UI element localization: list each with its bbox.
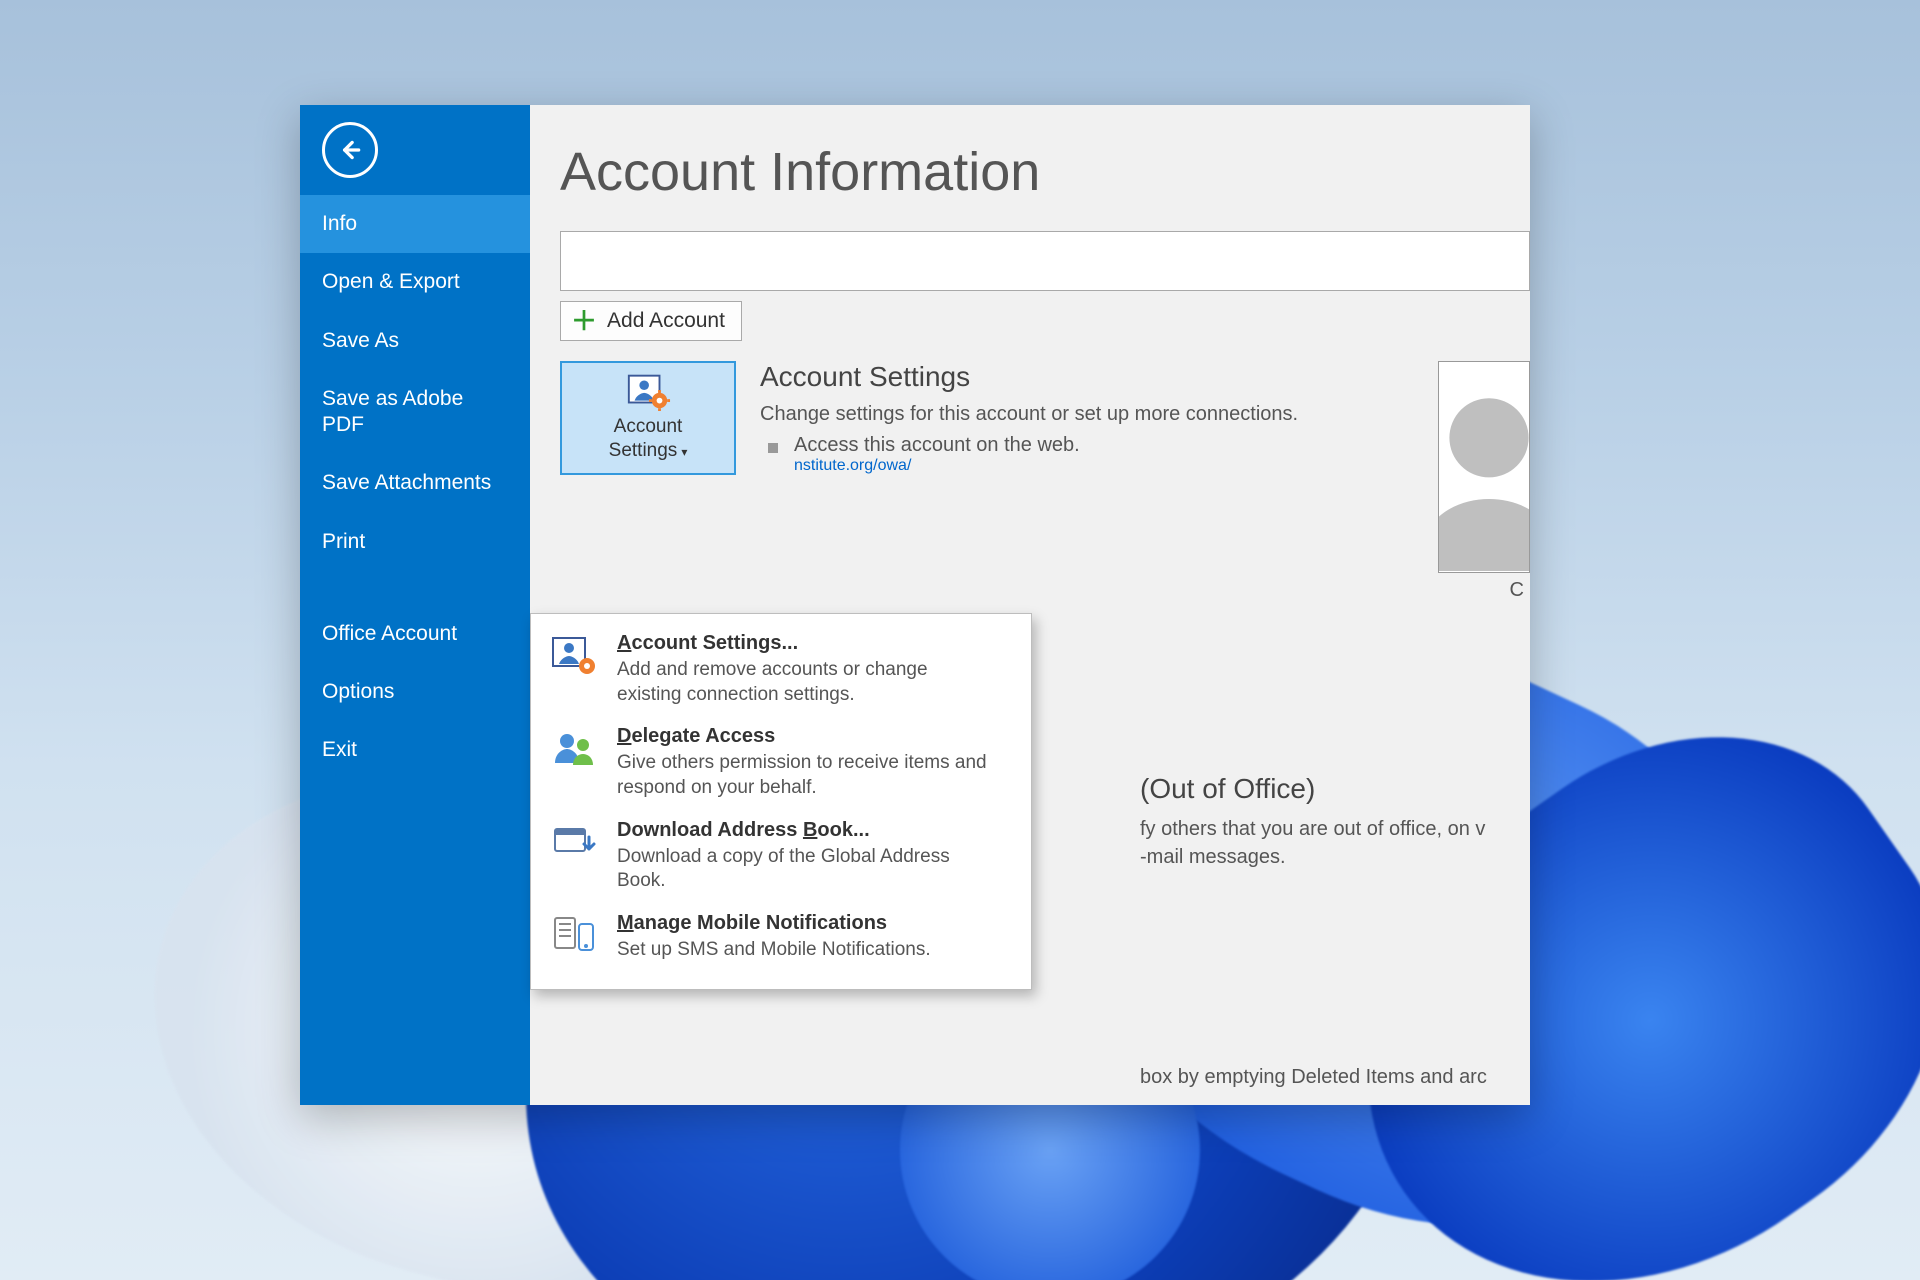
caret-down-icon: ▾ [681,445,687,460]
menu-item-desc: Download a copy of the Global Address Bo… [617,845,997,894]
avatar-caption-fragment: C [1510,579,1524,602]
oof-line1-fragment: fy others that you are out of office, on… [1140,818,1485,840]
outlook-backstage-window: Info Open & Export Save As Save as Adobe… [300,105,1530,1105]
avatar-placeholder-icon [1438,372,1530,572]
sidebar-item-options[interactable]: Options [300,663,530,721]
account-settings-icon [549,634,601,678]
download-address-book-icon [549,821,601,865]
menu-item-desc: Set up SMS and Mobile Notifications. [617,938,931,963]
profile-photo-box[interactable] [1438,361,1530,573]
menu-item-desc: Add and remove accounts or change existi… [617,658,997,707]
menu-item-account-settings[interactable]: Account Settings... Add and remove accou… [531,624,1031,717]
back-button[interactable] [322,122,378,178]
account-settings-icon [625,371,671,411]
sidebar-item-print[interactable]: Print [300,513,530,571]
page-title: Account Information [560,141,1530,203]
delegate-access-icon [549,727,601,771]
account-settings-text: Change settings for this account or set … [760,401,1530,428]
sidebar-item-office-account[interactable]: Office Account [300,605,530,663]
menu-item-manage-mobile-notifications[interactable]: Manage Mobile Notifications Set up SMS a… [531,904,1031,973]
add-account-label: Add Account [607,309,725,333]
sidebar-item-save-as[interactable]: Save As [300,312,530,370]
sidebar-item-open-export[interactable]: Open & Export [300,253,530,311]
account-settings-menu: Account Settings... Add and remove accou… [530,613,1032,990]
add-account-button[interactable]: ＋ Add Account [560,301,742,341]
oof-line2-fragment: -mail messages. [1140,846,1286,868]
arrow-left-icon [337,137,363,163]
account-settings-description: Account Settings Change settings for thi… [760,361,1530,475]
backstage-main: Account Information ＋ Add Account [530,105,1530,1105]
sidebar-item-info[interactable]: Info [300,195,530,253]
menu-item-delegate-access[interactable]: Delegate Access Give others permission t… [531,717,1031,810]
sidebar-item-save-attachments[interactable]: Save Attachments [300,454,530,512]
tile-label-line2: Settings [609,440,678,461]
plus-icon: ＋ [571,308,597,334]
account-settings-heading: Account Settings [760,361,1530,393]
tile-label-line1: Account [614,416,683,437]
account-selector[interactable] [560,231,1530,291]
account-settings-bullet: Access this account on the web. [794,434,1080,457]
backstage-sidebar: Info Open & Export Save As Save as Adobe… [300,105,530,1105]
bullet-icon [768,443,778,453]
owa-link-fragment[interactable]: nstitute.org/owa/ [794,457,1530,475]
oof-heading-fragment: (Out of Office) [1140,773,1530,805]
sidebar-item-save-as-adobe-pdf[interactable]: Save as Adobe PDF [300,370,530,455]
mobile-notifications-icon [549,914,601,958]
sidebar-item-exit[interactable]: Exit [300,721,530,779]
menu-item-desc: Give others permission to receive items … [617,751,997,800]
mailbox-cleanup-fragment: box by emptying Deleted Items and arc [1140,1066,1530,1089]
desktop-background: Info Open & Export Save As Save as Adobe… [0,0,1920,1280]
account-settings-tile-button[interactable]: Account Settings▾ [560,361,736,475]
menu-item-download-address-book[interactable]: Download Address Book... Download a copy… [531,811,1031,904]
out-of-office-section: (Out of Office) fy others that you are o… [1140,773,1530,871]
